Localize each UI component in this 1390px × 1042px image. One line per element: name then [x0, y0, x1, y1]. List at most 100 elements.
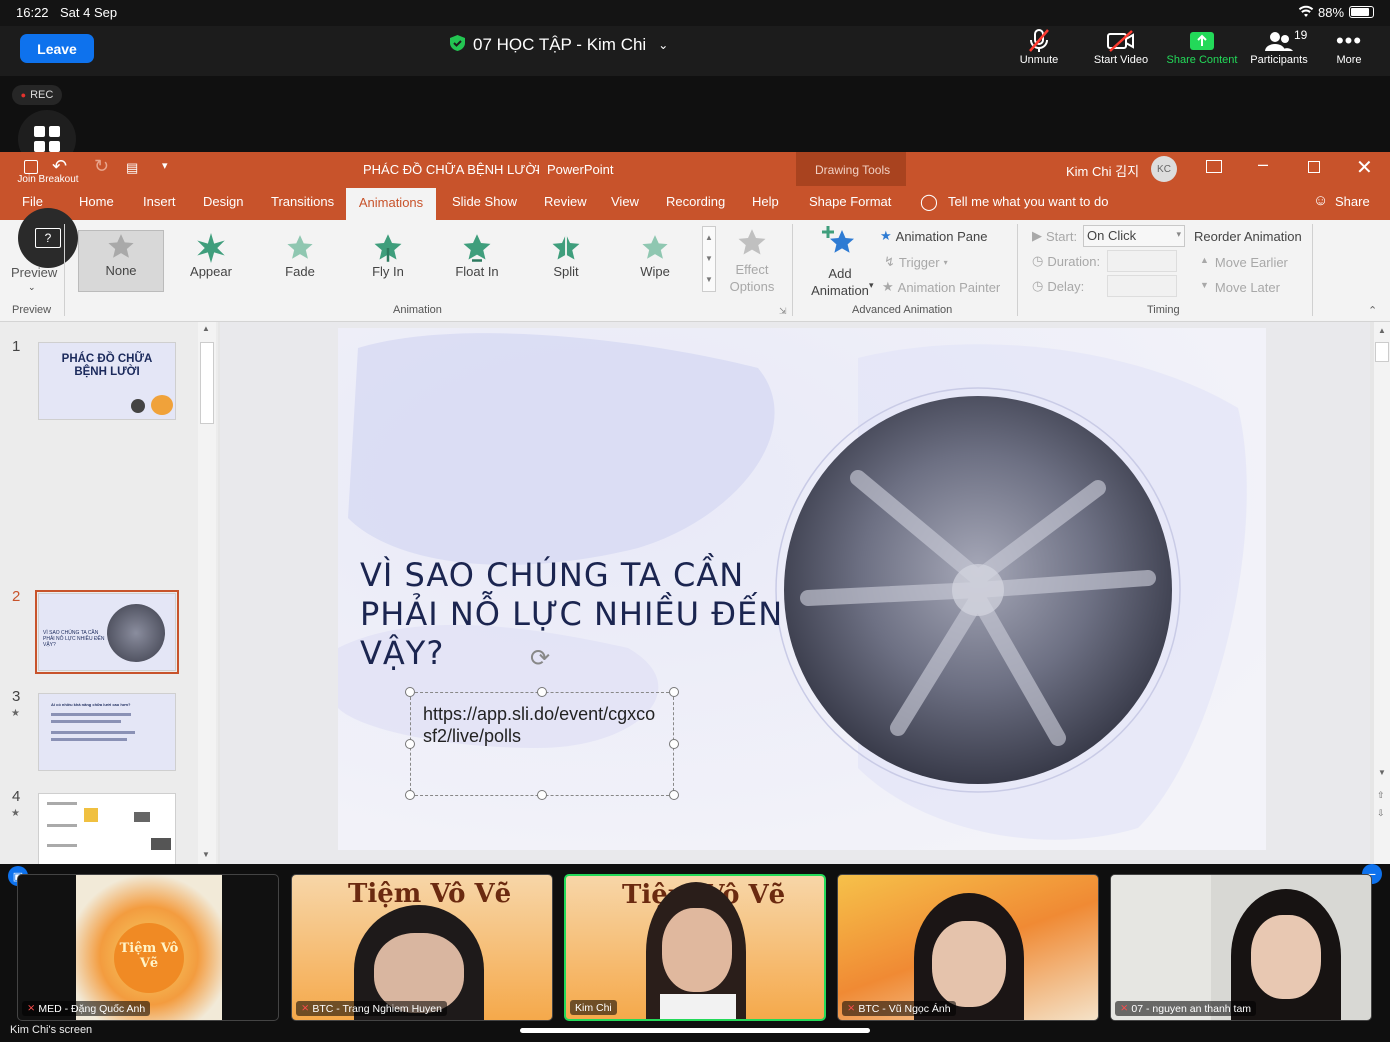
close-icon[interactable]: ✕	[1356, 155, 1373, 180]
slide-thumb-3[interactable]: Ai có nhiều khả năng chữa lười cao hơn?	[38, 693, 176, 771]
tab-help[interactable]: Help	[752, 194, 779, 209]
resize-handle[interactable]	[537, 687, 547, 697]
resize-handle[interactable]	[669, 790, 679, 800]
animation-pane-button[interactable]: ★ Animation Pane	[880, 228, 987, 244]
rotate-handle-icon[interactable]: ⟳	[530, 644, 550, 673]
ppt-titlebar: ↶ ↻ ▤ ▾ Join Breakout Room PHÁC ĐỒ CHỮA …	[0, 152, 1390, 196]
prev-slide-icon[interactable]: ⇧	[1377, 790, 1385, 801]
share-content-button[interactable]: Share Content	[1163, 28, 1241, 72]
move-earlier-button[interactable]: ▲ Move Earlier	[1200, 255, 1288, 270]
tile-bg-text: Tiệm Vô Vẽ	[348, 879, 512, 909]
tab-design[interactable]: Design	[203, 194, 243, 209]
delay-input[interactable]	[1107, 275, 1177, 297]
customize-qat-icon[interactable]: ▾	[162, 159, 168, 172]
trigger-button[interactable]: ↯ Trigger ▾	[884, 254, 948, 270]
current-slide[interactable]: VÌ SAO CHÚNG TA CẦN PHẢI NỖ LỰC NHIỀU ĐẾ…	[338, 328, 1266, 850]
participant-tile[interactable]: Tiệm Vô Vẽ ⨯ BTC - Trang Nghiem Huyen	[291, 874, 553, 1021]
anim-fly-in[interactable]: Fly In	[345, 232, 431, 292]
slide-thumb-1[interactable]: PHÁC ĐỒ CHỮA BỆNH LƯỜI	[38, 342, 176, 420]
slide-heading[interactable]: VÌ SAO CHÚNG TA CẦN PHẢI NỖ LỰC NHIỀU ĐẾ…	[360, 556, 790, 673]
animation-painter-button[interactable]: ★ Animation Painter	[882, 279, 1000, 295]
move-later-button[interactable]: ▼ Move Later	[1200, 280, 1280, 295]
tab-recording[interactable]: Recording	[666, 194, 725, 209]
anim-appear[interactable]: Appear	[168, 232, 254, 292]
tab-file[interactable]: File	[22, 194, 43, 209]
star-wipe-icon	[612, 232, 698, 264]
minimize-icon[interactable]: –	[1258, 154, 1268, 175]
participant-name-tag: ⨯ MED - Đặng Quốc Anh	[22, 1001, 151, 1016]
save-icon[interactable]	[24, 160, 38, 174]
share-button[interactable]: Share	[1335, 194, 1370, 209]
home-indicator[interactable]	[520, 1028, 870, 1033]
start-label: Start:	[1046, 228, 1078, 244]
resize-handle[interactable]	[537, 790, 547, 800]
slide-number: 4	[12, 788, 21, 805]
resize-handle[interactable]	[669, 687, 679, 697]
redo-icon[interactable]: ↻	[94, 156, 109, 177]
thumbs-scrollbar[interactable]: ▲ ▼	[198, 322, 216, 864]
ribbon-separator	[64, 224, 65, 316]
tab-home[interactable]: Home	[79, 194, 114, 209]
slide-thumb-4[interactable]	[38, 793, 176, 864]
participant-tile[interactable]: ⨯ 07 - nguyen an thanh tam	[1110, 874, 1372, 1021]
participant-tile[interactable]: ⨯ BTC - Vũ Ngọc Ánh	[837, 874, 1099, 1021]
grid-icon	[34, 126, 60, 152]
rec-label: REC	[30, 89, 54, 101]
slideshow-icon[interactable]: ▤	[126, 160, 138, 176]
reorder-animation-label: Reorder Animation	[1194, 229, 1302, 244]
restore-icon[interactable]	[1308, 161, 1320, 173]
resize-handle[interactable]	[405, 739, 415, 749]
meeting-title[interactable]: 07 HỌC TẬP - Kim Chi ⌄	[450, 34, 668, 56]
slide-thumbnails: 1 PHÁC ĐỒ CHỮA BỆNH LƯỜI 2 VÌ SAO CHÚNG …	[0, 322, 218, 864]
star-effect-icon	[722, 228, 782, 261]
effect-options-button[interactable]: Effect Options	[722, 228, 782, 295]
leave-button[interactable]: Leave	[20, 34, 94, 63]
zoom-annotate-overlay[interactable]: ?	[18, 208, 78, 268]
dialog-launcher-icon[interactable]: ⇲	[779, 306, 787, 317]
tab-shape-format[interactable]: Shape Format	[809, 194, 891, 209]
collapse-ribbon-icon[interactable]: ⌃	[1368, 304, 1377, 317]
mic-muted-icon: ⨯	[27, 1003, 36, 1014]
more-button[interactable]: ••• More	[1310, 28, 1388, 72]
tell-me-search[interactable]: Tell me what you want to do	[948, 194, 1108, 209]
preview-button[interactable]: Preview	[11, 265, 57, 280]
participant-name: 07 - nguyen an thanh tam	[1131, 1002, 1252, 1015]
rec-badge[interactable]: ● REC	[12, 85, 62, 105]
tab-review[interactable]: Review	[544, 194, 587, 209]
anim-float-in[interactable]: Float In	[434, 232, 520, 292]
tab-transitions[interactable]: Transitions	[271, 194, 334, 209]
tab-view[interactable]: View	[611, 194, 639, 209]
participant-tile-active[interactable]: Tiệm Vô Vẽ Kim Chi	[564, 874, 826, 1021]
tab-animations[interactable]: Animations	[346, 188, 436, 220]
gallery-scroller[interactable]: ▲ ▼ ▼	[702, 226, 716, 292]
anim-split[interactable]: Split	[523, 232, 609, 292]
ribbon-display-icon[interactable]	[1206, 160, 1222, 173]
link-textbox[interactable]: https://app.sli.do/event/cgxcosf2/live/p…	[410, 692, 674, 796]
slide-thumb-2[interactable]: VÌ SAO CHÚNG TA CẦN PHẢI NỖ LỰC NHIỀU ĐẾ…	[38, 593, 176, 671]
resize-handle[interactable]	[405, 790, 415, 800]
anim-fade[interactable]: Fade	[257, 232, 343, 292]
duration-input[interactable]	[1107, 250, 1177, 272]
play-icon: ▶	[1032, 228, 1042, 243]
start-video-button[interactable]: Start Video	[1082, 28, 1160, 72]
anim-none[interactable]: None	[78, 230, 164, 292]
user-avatar[interactable]: KC	[1151, 156, 1177, 182]
tab-slide-show[interactable]: Slide Show	[452, 194, 517, 209]
tab-insert[interactable]: Insert	[143, 194, 176, 209]
resize-handle[interactable]	[405, 687, 415, 697]
participant-name: Kim Chi	[575, 1001, 612, 1014]
slide-scrollbar[interactable]: ▲ ▼ ⇧ ⇩	[1374, 322, 1390, 864]
anim-wipe[interactable]: Wipe	[612, 232, 698, 292]
add-animation-button[interactable]: Add Animation	[800, 224, 880, 299]
thumb-2-title: VÌ SAO CHÚNG TA CẦN PHẢI NỖ LỰC NHIỀU ĐẾ…	[43, 630, 105, 648]
participant-tile[interactable]: Tiệm Vô Vẽ ⨯ MED - Đặng Quốc Anh	[17, 874, 279, 1021]
unmute-button[interactable]: Unmute	[1000, 28, 1078, 72]
status-date: Sat 4 Sep	[60, 5, 118, 20]
status-time: 16:22	[16, 5, 49, 20]
slido-link-text[interactable]: https://app.sli.do/event/cgxcosf2/live/p…	[411, 693, 673, 757]
participants-count: 19	[1294, 28, 1308, 42]
participant-name-tag: ⨯ 07 - nguyen an thanh tam	[1115, 1001, 1257, 1016]
start-select[interactable]: On Click ▾	[1083, 225, 1185, 247]
resize-handle[interactable]	[669, 739, 679, 749]
next-slide-icon[interactable]: ⇩	[1377, 808, 1385, 819]
